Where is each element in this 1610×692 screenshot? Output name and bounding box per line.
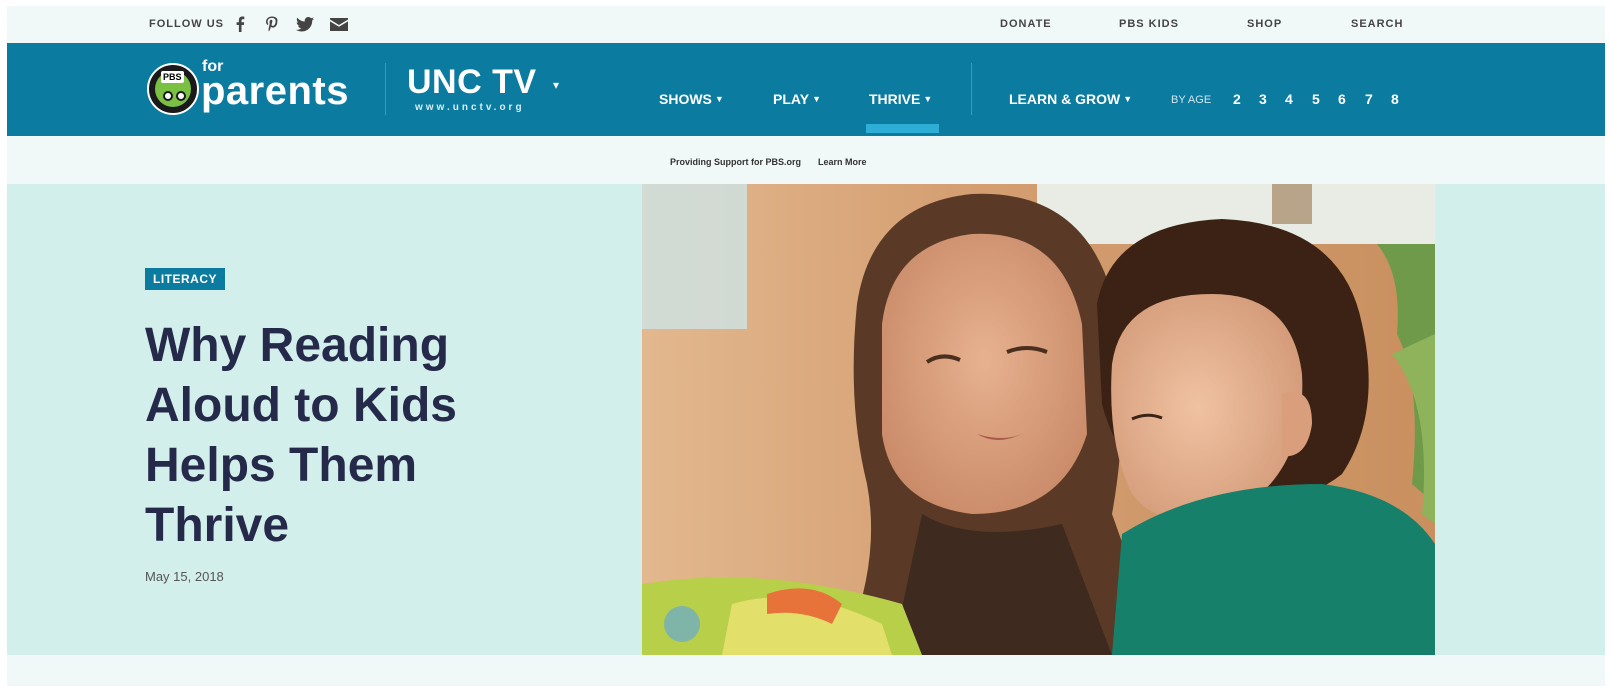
article-date: May 15, 2018 xyxy=(145,569,224,584)
hero-image xyxy=(642,184,1435,655)
station-url: www.unctv.org xyxy=(415,102,525,113)
pinterest-icon[interactable] xyxy=(265,14,279,34)
facebook-icon[interactable] xyxy=(235,14,245,34)
sponsor-text: Providing Support for PBS.org xyxy=(670,157,801,167)
age-link-2[interactable]: 2 xyxy=(1233,91,1241,107)
nav-learn-grow[interactable]: LEARN & GROW ▼ xyxy=(1009,91,1132,107)
shop-link[interactable]: SHOP xyxy=(1247,18,1282,30)
chevron-down-icon: ▼ xyxy=(812,94,821,104)
station-dropdown-icon[interactable]: ▾ xyxy=(553,78,559,92)
chevron-down-icon: ▼ xyxy=(714,94,724,104)
chevron-down-icon: ▼ xyxy=(923,94,933,104)
age-link-3[interactable]: 3 xyxy=(1259,91,1267,107)
pbs-kids-logo[interactable]: PBS xyxy=(147,63,199,115)
pbs-kids-link[interactable]: PBS KIDS xyxy=(1119,18,1179,30)
age-link-6[interactable]: 6 xyxy=(1338,91,1346,107)
sponsor-strip: Providing Support for PBS.org Learn More xyxy=(7,136,1605,184)
page-frame: FOLLOW US DONATE PBS KIDS SHOP SEARCH PB… xyxy=(7,6,1605,686)
age-link-7[interactable]: 7 xyxy=(1365,91,1373,107)
follow-us-label: FOLLOW US xyxy=(149,18,224,30)
email-icon[interactable] xyxy=(330,14,348,34)
logo-parents-text[interactable]: parents xyxy=(201,69,349,114)
category-tag[interactable]: LITERACY xyxy=(145,268,225,290)
nav-divider xyxy=(971,63,972,115)
nav-thrive[interactable]: THRIVE ▼ xyxy=(869,91,932,107)
pbs-badge: PBS xyxy=(161,71,184,83)
age-link-4[interactable]: 4 xyxy=(1285,91,1293,107)
article-title: Why Reading Aloud to Kids Helps Them Thr… xyxy=(145,319,457,552)
active-nav-indicator xyxy=(866,124,939,133)
by-age-label: BY AGE xyxy=(1171,94,1212,106)
page-bottom-strip xyxy=(7,655,1605,686)
nav-play[interactable]: PLAY ▼ xyxy=(773,91,821,107)
hero-section: LITERACY Why Reading Aloud to Kids Helps… xyxy=(7,184,1605,655)
utility-bar: FOLLOW US DONATE PBS KIDS SHOP SEARCH xyxy=(7,6,1605,43)
search-link[interactable]: SEARCH xyxy=(1351,18,1403,30)
donate-link[interactable]: DONATE xyxy=(1000,18,1052,30)
age-link-5[interactable]: 5 xyxy=(1312,91,1320,107)
chevron-down-icon: ▼ xyxy=(1123,94,1133,104)
twitter-icon[interactable] xyxy=(296,14,314,34)
brand-divider xyxy=(385,63,386,115)
age-link-8[interactable]: 8 xyxy=(1391,91,1399,107)
nav-shows[interactable]: SHOWS ▼ xyxy=(659,91,724,107)
main-nav: PBS for parents UNC TV www.unctv.org ▾ S… xyxy=(7,43,1605,136)
learn-more-link[interactable]: Learn More xyxy=(818,157,867,167)
station-logo[interactable]: UNC TV xyxy=(407,63,537,102)
